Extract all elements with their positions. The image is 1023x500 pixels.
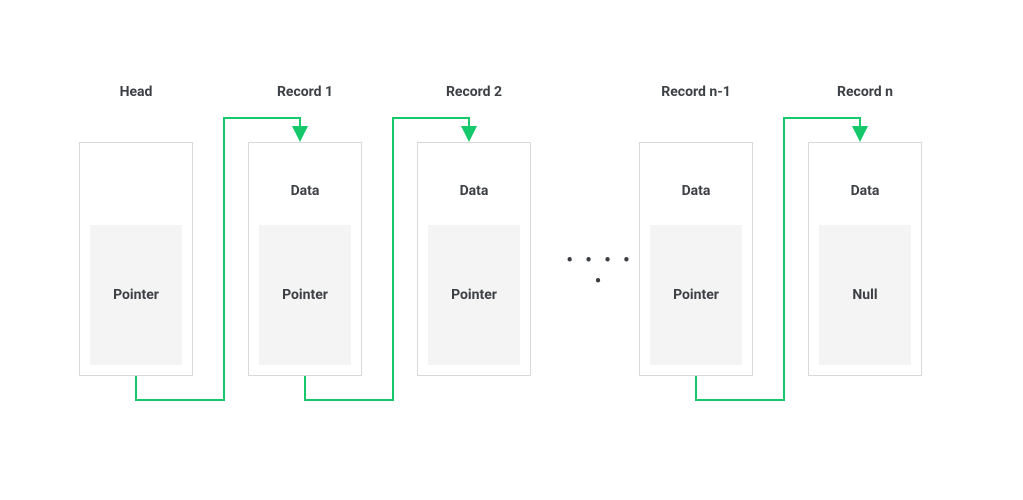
pointer-label: Pointer <box>282 287 328 303</box>
pointer-label: Null <box>852 287 877 303</box>
pointer-box: Pointer <box>90 225 182 365</box>
node-head: Pointer <box>79 142 193 376</box>
pointer-box: Pointer <box>259 225 351 365</box>
node-title-head: Head <box>120 84 153 100</box>
pointer-label: Pointer <box>113 287 159 303</box>
pointer-box: Pointer <box>650 225 742 365</box>
node-record-1: Data Pointer <box>248 142 362 376</box>
node-title-recn1: Record n-1 <box>661 84 730 100</box>
ellipsis: • • • • • <box>560 250 640 292</box>
data-label: Data <box>418 183 530 199</box>
node-record-n-1: Data Pointer <box>639 142 753 376</box>
node-title-recn: Record n <box>837 84 893 100</box>
node-record-n: Data Null <box>808 142 922 376</box>
pointer-box: Null <box>819 225 911 365</box>
node-title-rec1: Record 1 <box>277 84 333 100</box>
data-label: Data <box>640 183 752 199</box>
diagram-stage: Head Record 1 Record 2 Record n-1 Record… <box>0 0 1023 500</box>
pointer-label: Pointer <box>451 287 497 303</box>
data-label: Data <box>809 183 921 199</box>
pointer-box: Pointer <box>428 225 520 365</box>
node-record-2: Data Pointer <box>417 142 531 376</box>
pointer-label: Pointer <box>673 287 719 303</box>
node-title-rec2: Record 2 <box>446 84 502 100</box>
data-label: Data <box>249 183 361 199</box>
